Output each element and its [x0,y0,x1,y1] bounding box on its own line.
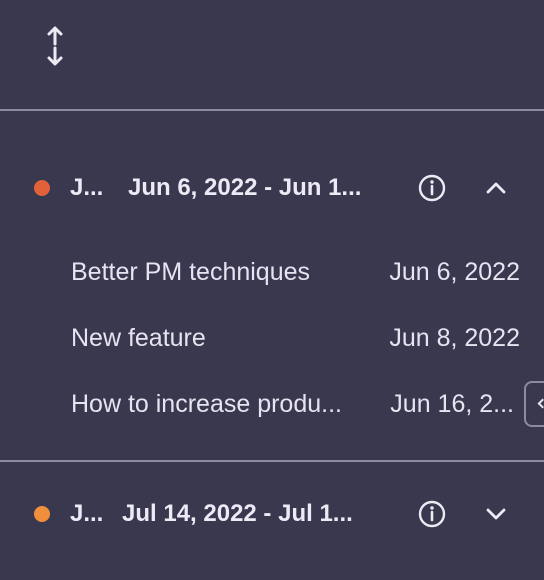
divider [0,109,544,111]
list-item[interactable]: How to increase produ... Jun 16, 2... [0,384,544,424]
chevron-up-icon[interactable] [481,173,511,203]
item-date: Jun 6, 2022 [389,258,520,286]
group-date-range: Jul 14, 2022 - Jul 1... [122,500,353,527]
item-date: Jun 8, 2022 [389,324,520,352]
expand-vertical-icon[interactable] [38,24,72,68]
collapse-panel-handle[interactable] [524,381,544,427]
info-circle-icon[interactable] [417,173,447,203]
item-title: New feature [71,324,206,352]
item-date: Jun 16, 2... [390,390,514,418]
group-name: J... [70,174,104,201]
info-circle-icon[interactable] [417,499,447,529]
divider [0,460,544,462]
toolbar [0,0,544,110]
group-header[interactable]: J... Jul 14, 2022 - Jul 1... [0,494,544,534]
item-title: How to increase produ... [71,390,342,418]
group-header[interactable]: J... Jun 6, 2022 - Jun 1... [0,168,544,208]
group-color-dot [34,180,50,196]
group-name: J... [70,500,104,527]
group-date-range: Jun 6, 2022 - Jun 1... [128,174,362,201]
list-item[interactable]: New feature Jun 8, 2022 [0,318,544,358]
group-color-dot [34,506,50,522]
chevron-down-icon[interactable] [481,499,511,529]
list-item[interactable]: Better PM techniques Jun 6, 2022 [0,252,544,292]
item-title: Better PM techniques [71,258,311,286]
